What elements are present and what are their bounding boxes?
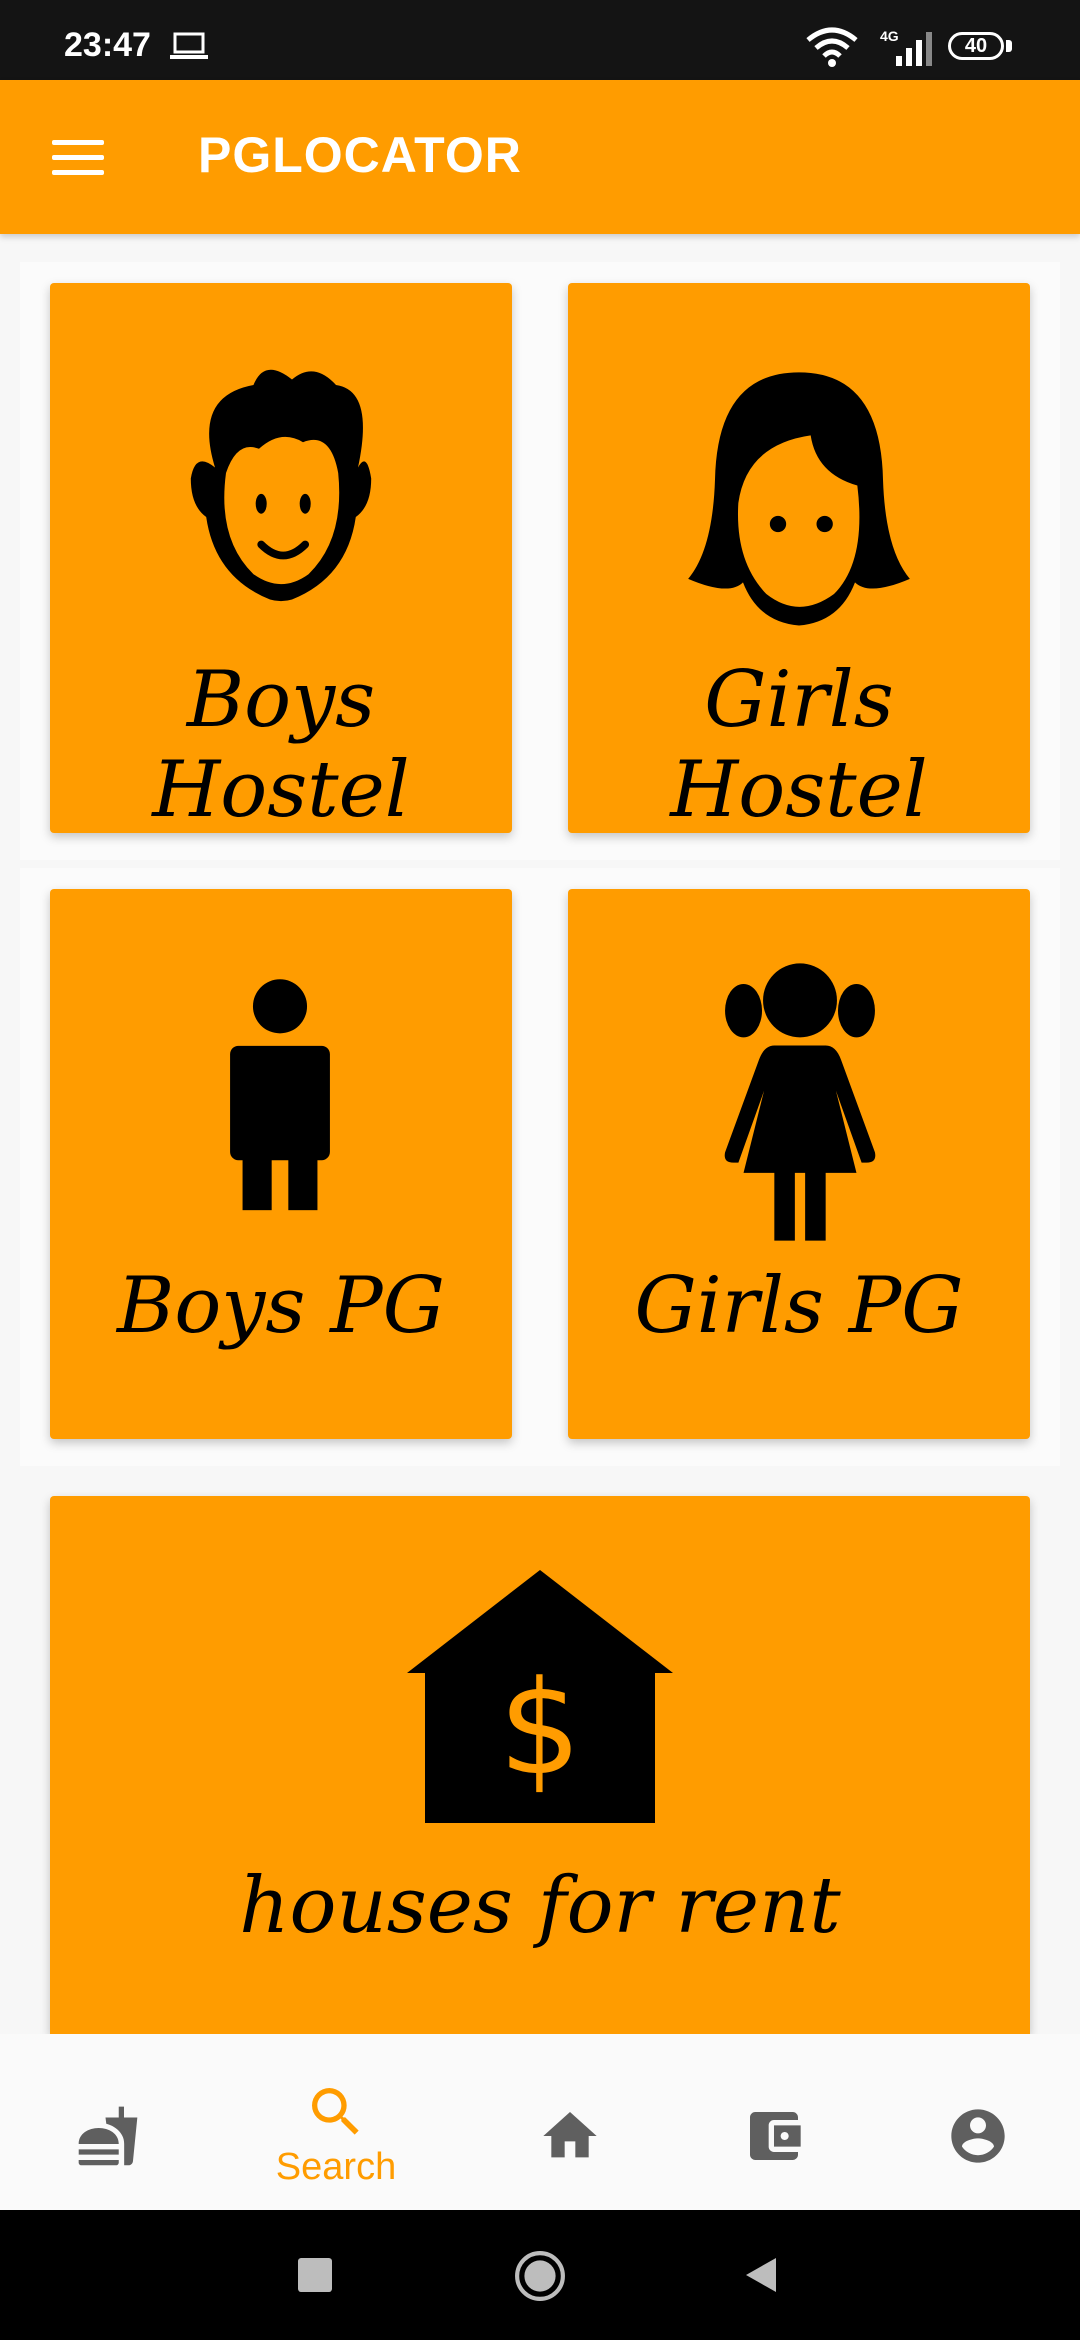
nav-search-label: Search <box>275 2146 397 2188</box>
svg-text:$: $ <box>499 1652 582 1804</box>
recents-icon[interactable] <box>298 2258 332 2292</box>
status-bar: 23:47 4G 40 <box>0 0 1080 80</box>
card-label: houses for rent <box>239 1861 841 1951</box>
laptop-icon <box>170 32 208 59</box>
back-icon[interactable] <box>744 2256 778 2294</box>
boys-hostel-card[interactable]: Boys Hostel <box>50 283 512 835</box>
signal-icon <box>896 32 932 66</box>
nav-food[interactable] <box>0 2034 216 2210</box>
girl-icon <box>724 963 876 1241</box>
man-icon <box>230 979 330 1211</box>
bottom-navigation: Search <box>0 2034 1080 2210</box>
menu-button[interactable] <box>44 130 108 186</box>
status-time: 23:47 <box>64 26 151 64</box>
card-label: Girls PG <box>634 1261 964 1351</box>
battery-tip <box>1006 40 1012 52</box>
nav-home[interactable] <box>462 2034 678 2210</box>
account-circle-icon <box>951 2109 1005 2163</box>
girls-hostel-card[interactable]: Girls Hostel <box>568 283 1030 835</box>
fastfood-icon <box>78 2106 138 2166</box>
card-label: Girls Hostel <box>670 655 928 835</box>
house-dollar-icon: $ <box>407 1570 673 1823</box>
card-label: Boys Hostel <box>152 655 410 835</box>
app-title: PGLOCATOR <box>198 127 522 183</box>
wifi-icon <box>806 27 858 67</box>
nav-account[interactable] <box>870 2034 1080 2210</box>
nav-wallet[interactable] <box>666 2034 882 2210</box>
boys-pg-card[interactable]: Boys PG <box>50 889 512 1439</box>
houses-for-rent-card[interactable]: $ houses for rent <box>50 1496 1030 2034</box>
home-circle-icon[interactable] <box>514 2250 566 2302</box>
wallet-icon <box>750 2112 801 2160</box>
home-icon <box>543 2112 597 2158</box>
girls-pg-card[interactable]: Girls PG <box>568 889 1030 1439</box>
battery-indicator: 40 <box>948 32 1004 60</box>
system-navigation-bar <box>0 2210 1080 2340</box>
boy-face-icon <box>190 369 372 602</box>
nav-search[interactable]: Search <box>228 2034 444 2210</box>
app-bar: PGLOCATOR <box>0 80 1080 234</box>
search-icon <box>312 2088 359 2135</box>
girl-face-icon <box>688 372 910 626</box>
card-label: Boys PG <box>117 1261 445 1351</box>
